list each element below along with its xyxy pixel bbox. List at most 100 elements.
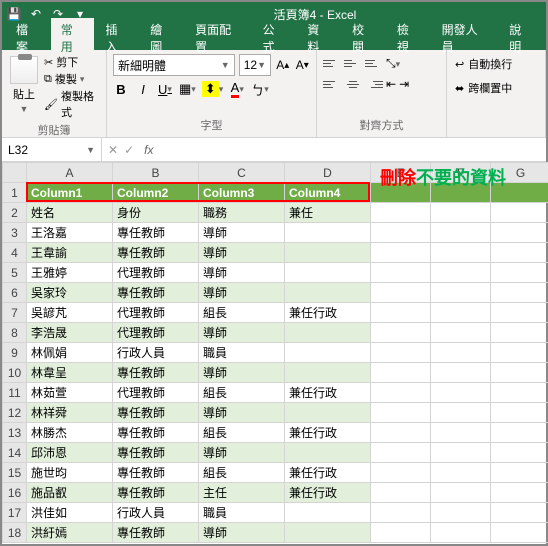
orientation-button[interactable]: ⤡▾ (386, 56, 400, 71)
fill-color-button[interactable]: ⬍▾ (202, 79, 223, 99)
cell[interactable]: 主任 (199, 483, 285, 503)
cell[interactable] (491, 283, 548, 303)
cell[interactable]: 職員 (199, 503, 285, 523)
row-header[interactable]: 18 (3, 523, 27, 543)
cell[interactable] (371, 383, 431, 403)
cell[interactable]: 代理教師 (113, 383, 199, 403)
cell[interactable]: 身份 (113, 203, 199, 223)
cancel-formula-icon[interactable]: ✕ (108, 143, 118, 157)
cell[interactable] (431, 523, 491, 543)
row-header[interactable]: 9 (3, 343, 27, 363)
cell[interactable] (491, 203, 548, 223)
cell[interactable] (491, 403, 548, 423)
cell[interactable] (491, 363, 548, 383)
select-all-corner[interactable] (3, 163, 27, 183)
cell[interactable] (285, 283, 371, 303)
cell[interactable]: 吳諺芃 (27, 303, 113, 323)
cell[interactable] (491, 323, 548, 343)
cell[interactable] (371, 483, 431, 503)
cell[interactable] (371, 403, 431, 423)
border-button[interactable]: ▦▾ (179, 79, 196, 99)
wrap-text-button[interactable]: ↩自動換行 (453, 54, 539, 74)
worksheet-grid[interactable]: A B C D E F G 1Column1Column2Column3Colu… (2, 162, 546, 543)
table-header-cell[interactable]: Column1 (27, 183, 113, 203)
cell[interactable] (491, 483, 548, 503)
cell[interactable]: 導師 (199, 523, 285, 543)
bold-button[interactable]: B (113, 79, 129, 99)
cell[interactable] (371, 423, 431, 443)
cell[interactable] (371, 503, 431, 523)
cell[interactable] (491, 503, 548, 523)
row-header[interactable]: 6 (3, 283, 27, 303)
cell[interactable]: 職員 (199, 343, 285, 363)
cell[interactable] (431, 503, 491, 523)
cell[interactable]: 專任教師 (113, 523, 199, 543)
name-box[interactable]: L32▼ (2, 138, 102, 161)
cell[interactable]: 組長 (199, 303, 285, 323)
cell[interactable]: 兼任行政 (285, 483, 371, 503)
cell[interactable]: 李浩晟 (27, 323, 113, 343)
row-header[interactable]: 13 (3, 423, 27, 443)
cell[interactable] (285, 503, 371, 523)
cell[interactable]: 兼任行政 (285, 423, 371, 443)
cell[interactable]: 導師 (199, 363, 285, 383)
cell[interactable]: 代理教師 (113, 303, 199, 323)
increase-font-button[interactable]: A▴ (275, 54, 290, 76)
cell[interactable] (431, 403, 491, 423)
cell[interactable] (431, 303, 491, 323)
decrease-font-button[interactable]: A▾ (295, 54, 310, 76)
cell[interactable] (431, 343, 491, 363)
cell[interactable]: 導師 (199, 283, 285, 303)
cut-button[interactable]: ✂剪下 (44, 54, 100, 70)
merge-center-button[interactable]: ⬌跨欄置中 (453, 78, 539, 98)
cell[interactable]: 專任教師 (113, 403, 199, 423)
cell[interactable] (431, 443, 491, 463)
cell[interactable] (431, 463, 491, 483)
row-header[interactable]: 1 (3, 183, 27, 203)
cell[interactable] (491, 263, 548, 283)
italic-button[interactable]: I (135, 79, 151, 99)
cell[interactable] (371, 303, 431, 323)
cell[interactable] (285, 263, 371, 283)
cell[interactable] (371, 263, 431, 283)
cell[interactable] (491, 223, 548, 243)
cell[interactable] (371, 203, 431, 223)
cell[interactable]: 職務 (199, 203, 285, 223)
row-header[interactable]: 16 (3, 483, 27, 503)
cell[interactable]: 林佩娟 (27, 343, 113, 363)
cell[interactable] (491, 343, 548, 363)
table-header-cell[interactable]: Column4 (285, 183, 371, 203)
row-header[interactable]: 12 (3, 403, 27, 423)
cell[interactable]: 代理教師 (113, 263, 199, 283)
cell[interactable] (285, 343, 371, 363)
cell[interactable] (285, 443, 371, 463)
copy-button[interactable]: ⧉複製▾ (44, 71, 100, 87)
font-name-select[interactable]: 新細明體▼ (113, 54, 235, 76)
cell[interactable]: 邱沛恩 (27, 443, 113, 463)
row-header[interactable]: 10 (3, 363, 27, 383)
row-header[interactable]: 5 (3, 263, 27, 283)
cell[interactable] (371, 343, 431, 363)
cell[interactable]: 兼任 (285, 203, 371, 223)
cell[interactable] (371, 243, 431, 263)
cell[interactable] (491, 523, 548, 543)
cell[interactable] (431, 243, 491, 263)
col-header-B[interactable]: B (113, 163, 199, 183)
col-header-D[interactable]: D (285, 163, 371, 183)
row-header[interactable]: 15 (3, 463, 27, 483)
cell[interactable] (285, 363, 371, 383)
cell[interactable] (371, 363, 431, 383)
cell[interactable]: 王雅婷 (27, 263, 113, 283)
cell[interactable] (431, 203, 491, 223)
cell[interactable]: 專任教師 (113, 423, 199, 443)
cell[interactable]: 洪紆嫣 (27, 523, 113, 543)
cell[interactable]: 兼任行政 (285, 303, 371, 323)
cell[interactable] (431, 423, 491, 443)
cell[interactable]: 專任教師 (113, 463, 199, 483)
paste-button[interactable]: 貼上 ▼ (8, 54, 40, 120)
font-size-select[interactable]: 12▼ (239, 54, 271, 76)
cell[interactable]: 專任教師 (113, 483, 199, 503)
cell[interactable] (371, 523, 431, 543)
row-header[interactable]: 7 (3, 303, 27, 323)
cell[interactable]: 林茹萱 (27, 383, 113, 403)
